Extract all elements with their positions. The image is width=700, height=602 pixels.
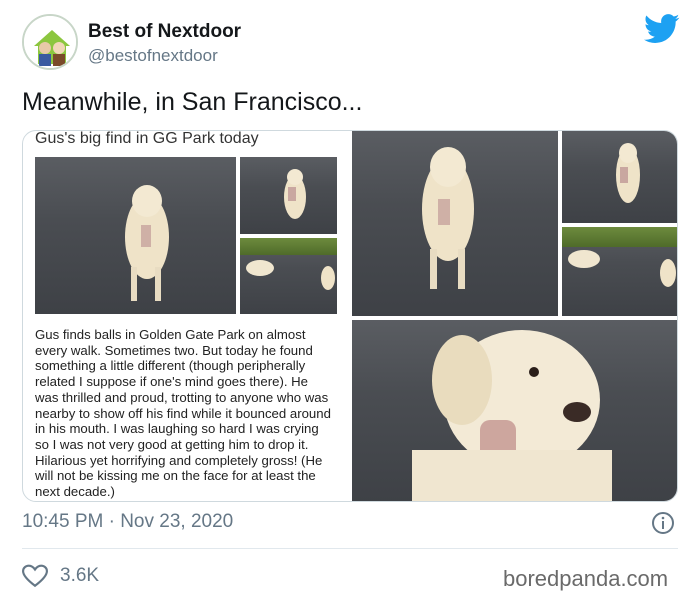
dog-photo-main <box>35 157 236 314</box>
media-caption-title: Gus's big find in GG Park today <box>35 130 259 147</box>
account-handle[interactable]: @bestofnextdoor <box>88 46 218 66</box>
like-count[interactable]: 3.6K <box>60 565 99 587</box>
tweet-media[interactable]: Gus's big find in GG Park today Gus find… <box>22 130 678 502</box>
info-icon[interactable] <box>651 511 675 535</box>
dog-photo-right-small-1 <box>562 131 677 223</box>
tweet-timestamp[interactable]: 10:45 PM · Nov 23, 2020 <box>22 511 233 533</box>
tweet-text: Meanwhile, in San Francisco... <box>22 88 363 116</box>
media-caption-body: Gus finds balls in Golden Gate Park on a… <box>35 327 331 500</box>
twitter-bird-icon[interactable] <box>644 14 680 44</box>
dog-photo-small-2 <box>240 238 337 314</box>
account-name[interactable]: Best of Nextdoor <box>88 21 241 43</box>
avatar-image <box>24 16 76 68</box>
dog-photo-small-1 <box>240 157 337 234</box>
heart-icon[interactable] <box>22 564 48 588</box>
divider <box>22 548 678 549</box>
dog-photo-right-small-2 <box>562 227 677 316</box>
dog-photo-right-main <box>352 131 558 316</box>
boredpanda-watermark: boredpanda.com <box>503 566 669 591</box>
avatar[interactable] <box>22 14 78 70</box>
dog-photo-closeup <box>352 320 677 501</box>
